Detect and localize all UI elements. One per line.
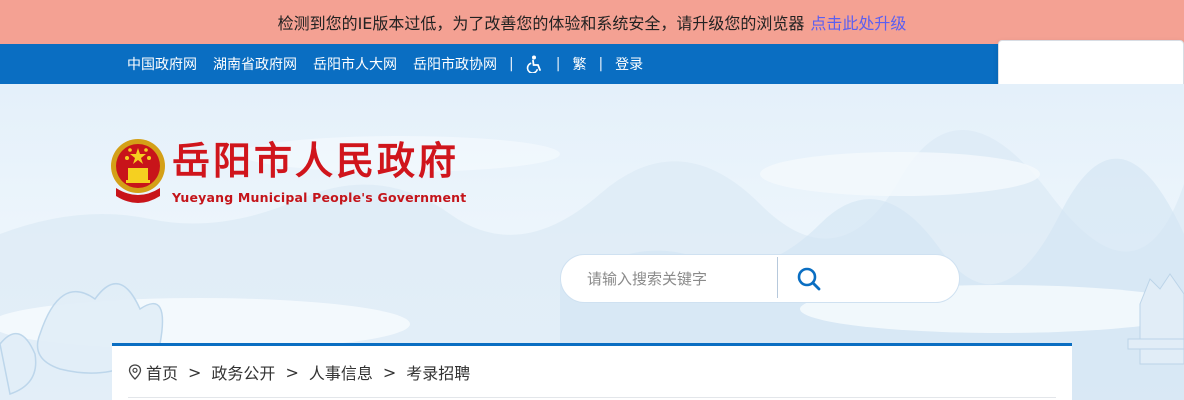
ie-warning-bar: 检测到您的IE版本过低，为了改善您的体验和系统安全，请升级您的浏览器 点击此处升… bbox=[0, 0, 1184, 44]
nav-link-hunan-gov[interactable]: 湖南省政府网 bbox=[213, 54, 297, 74]
breadcrumb-separator: > bbox=[285, 362, 299, 382]
wheelchair-icon[interactable] bbox=[526, 55, 544, 73]
breadcrumb-home[interactable]: 首页 bbox=[146, 360, 178, 384]
nav-link-yueyang-npc[interactable]: 岳阳市人大网 bbox=[313, 54, 397, 74]
breadcrumb: 首页 > 政务公开 > 人事信息 > 考录招聘 bbox=[128, 360, 470, 384]
breadcrumb-divider bbox=[128, 397, 1056, 398]
breadcrumb-separator: > bbox=[382, 362, 397, 382]
site-subtitle: Yueyang Municipal People's Government bbox=[172, 190, 467, 205]
breadcrumb-recruitment[interactable]: 考录招聘 bbox=[406, 360, 470, 384]
nav-separator: | bbox=[555, 56, 561, 72]
upgrade-link[interactable]: 点击此处升级 bbox=[810, 10, 906, 34]
content-panel: 首页 > 政务公开 > 人事信息 > 考录招聘 bbox=[112, 343, 1072, 400]
search-box bbox=[560, 254, 960, 303]
breadcrumb-personnel-info[interactable]: 人事信息 bbox=[309, 360, 373, 384]
nav-link-yueyang-cppcc[interactable]: 岳阳市政协网 bbox=[413, 54, 497, 74]
top-nav-links: 中国政府网 湖南省政府网 岳阳市人大网 岳阳市政协网 | | 繁 | 登录 bbox=[127, 44, 643, 84]
nav-link-china-gov[interactable]: 中国政府网 bbox=[127, 54, 197, 74]
national-emblem-icon bbox=[111, 139, 165, 203]
traditional-chinese-toggle[interactable]: 繁 bbox=[572, 54, 586, 74]
site-title: 岳阳市人民政府 bbox=[172, 138, 460, 183]
nav-separator: | bbox=[509, 56, 514, 72]
breadcrumb-separator: > bbox=[188, 362, 202, 382]
search-input[interactable] bbox=[587, 263, 777, 295]
login-link[interactable]: 登录 bbox=[615, 54, 643, 74]
location-pin-icon bbox=[128, 364, 142, 380]
search-icon bbox=[797, 267, 821, 291]
search-divider bbox=[777, 257, 778, 298]
search-button[interactable] bbox=[789, 261, 829, 297]
nav-separator: | bbox=[598, 56, 604, 72]
breadcrumb-gov-affairs[interactable]: 政务公开 bbox=[211, 360, 275, 384]
ie-warning-message: 检测到您的IE版本过低，为了改善您的体验和系统安全，请升级您的浏览器 bbox=[277, 14, 805, 33]
